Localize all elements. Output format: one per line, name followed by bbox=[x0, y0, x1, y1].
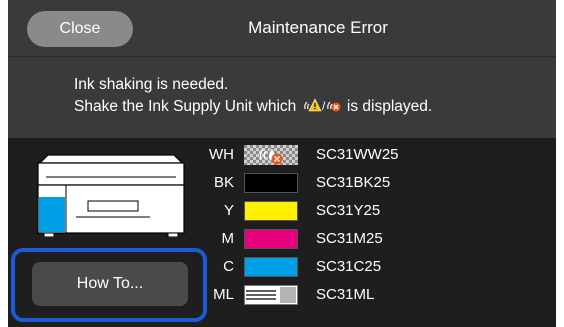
ink-name: SC31M25 bbox=[316, 230, 383, 247]
ink-name: SC31ML bbox=[316, 286, 375, 303]
ink-row-wh: WH SC31WW25 bbox=[198, 143, 538, 167]
ink-code: C bbox=[223, 258, 234, 275]
how-to-button[interactable]: How To... bbox=[32, 262, 188, 306]
ink-code: BK bbox=[213, 174, 234, 191]
ink-code: ML bbox=[213, 286, 234, 303]
howto-highlight-frame: How To... bbox=[11, 248, 207, 322]
ink-swatch-wh bbox=[244, 145, 298, 165]
ink-code: WH bbox=[209, 146, 234, 163]
ink-row-bk: BK SC31BK25 bbox=[198, 171, 538, 195]
message-line-2-end: is displayed. bbox=[346, 98, 433, 115]
ink-row-ml: ML SC31ML bbox=[198, 283, 538, 307]
ink-swatch-c bbox=[244, 257, 298, 277]
ink-name: SC31WW25 bbox=[316, 146, 399, 163]
ink-name: SC31Y25 bbox=[316, 202, 381, 219]
message-line-2-start: Shake the Ink Supply Unit which bbox=[74, 98, 297, 115]
ink-swatch-y bbox=[244, 201, 298, 221]
ink-row-y: Y SC31Y25 bbox=[198, 199, 538, 223]
maintenance-error-screen: Close Maintenance Error Ink shaking is n… bbox=[8, 0, 556, 327]
ink-swatch-m bbox=[244, 229, 298, 249]
error-message-panel: Ink shaking is needed. Shake the Ink Sup… bbox=[8, 56, 556, 138]
ink-swatch-ml bbox=[244, 285, 298, 305]
shake-ink-icon bbox=[303, 98, 322, 112]
shake-ink-icon-alt bbox=[326, 101, 341, 112]
page-title: Maintenance Error bbox=[248, 18, 388, 37]
message-line-2: Shake the Ink Supply Unit which / is dis… bbox=[74, 97, 432, 118]
shake-ink-icons: / bbox=[302, 97, 342, 118]
close-button[interactable]: Close bbox=[27, 11, 133, 47]
title-bar: Close Maintenance Error bbox=[8, 0, 556, 56]
ink-name: SC31C25 bbox=[316, 258, 382, 275]
ink-swatch-bk bbox=[244, 173, 298, 193]
message-line-1: Ink shaking is needed. bbox=[74, 76, 229, 93]
svg-text:/: / bbox=[322, 99, 326, 113]
ink-row-m: M SC31M25 bbox=[198, 227, 538, 251]
ink-name: SC31BK25 bbox=[316, 174, 391, 191]
cyan-ink-indicator bbox=[39, 197, 65, 232]
ink-row-c: C SC31C25 bbox=[198, 255, 538, 279]
ink-code: Y bbox=[223, 202, 234, 219]
ink-code: M bbox=[221, 230, 235, 247]
printer-illustration bbox=[36, 153, 186, 242]
